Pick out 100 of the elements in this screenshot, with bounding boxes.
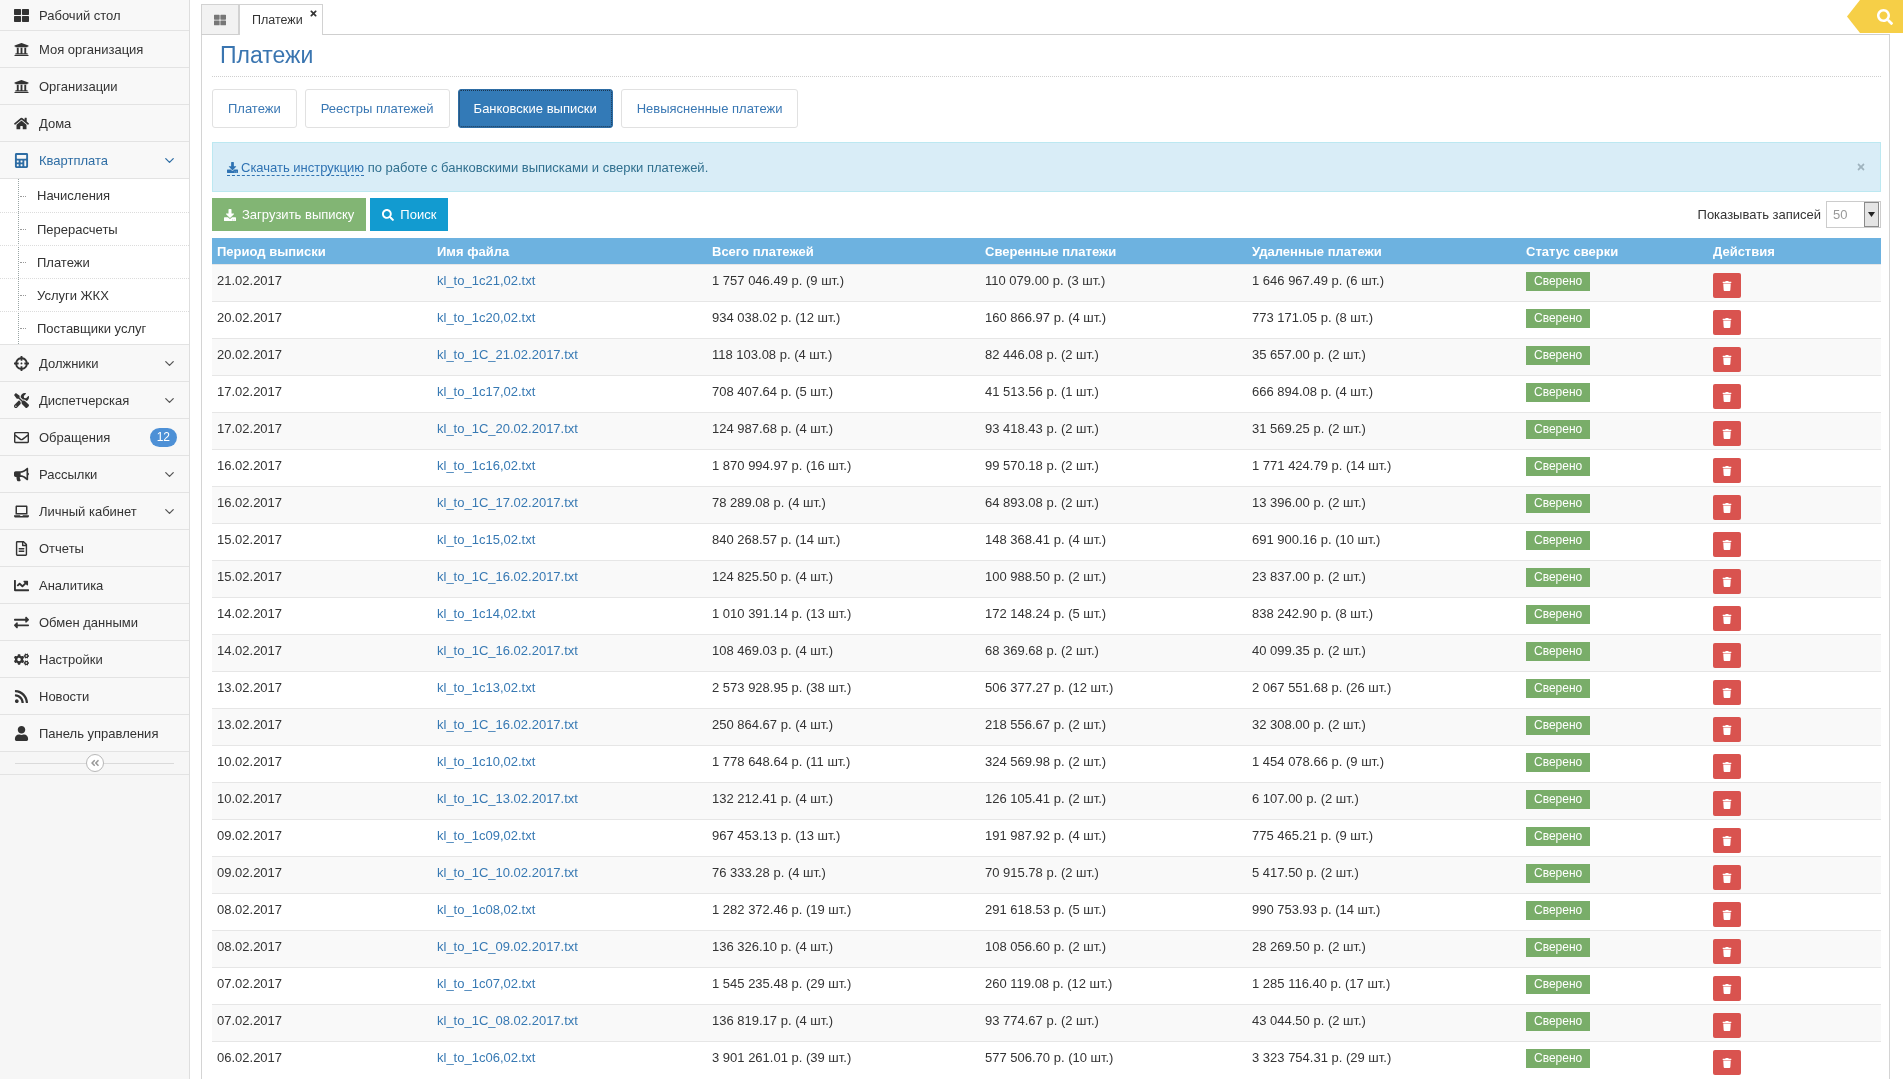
status-badge: Сверено [1526,383,1591,402]
file-link[interactable]: kl_to_1C_13.02.2017.txt [432,783,583,807]
file-link[interactable]: kl_to_1c16,02.txt [432,450,541,474]
page-size-select[interactable]: 50 [1826,201,1881,228]
status-badge: Сверено [1526,938,1591,957]
section-tab[interactable]: Невыясненные платежи [620,89,799,128]
trash-icon [1722,391,1732,402]
file-link[interactable]: kl_to_1c20,02.txt [432,302,541,326]
file-link[interactable]: kl_to_1c06,02.txt [432,1042,541,1066]
table-cell-text: 148 368.41 р. (4 шт.) [984,531,1108,549]
table-cell-text: 10.02.2017 [216,790,284,808]
file-link[interactable]: kl_to_1c17,02.txt [432,376,541,400]
envelope-icon [13,429,29,445]
section-tab[interactable]: Реестры платежей [304,89,450,128]
line-chart-icon [13,577,29,593]
file-link[interactable]: kl_to_1c21,02.txt [432,265,541,289]
delete-button[interactable] [1713,902,1741,927]
delete-button[interactable] [1713,1050,1741,1075]
home-tab[interactable] [201,4,239,34]
table-cell-text: 78 289.08 р. (4 шт.) [711,494,827,512]
table-cell-text: 773 171.05 р. (8 шт.) [1251,309,1375,327]
table-cell-text: 967 453.13 р. (13 шт.) [711,827,842,845]
file-link[interactable]: kl_to_1c08,02.txt [432,894,541,918]
file-link[interactable]: kl_to_1C_16.02.2017.txt [432,709,583,733]
file-link[interactable]: kl_to_1C_16.02.2017.txt [432,635,583,659]
trash-icon [1722,946,1732,957]
delete-button[interactable] [1713,939,1741,964]
section-tab[interactable]: Платежи [212,89,297,128]
submenu-item[interactable]: Платежи [0,245,189,278]
exchange-arrows-icon [13,614,29,630]
delete-button[interactable] [1713,976,1741,1001]
user-icon [13,725,29,741]
file-link[interactable]: kl_to_1C_17.02.2017.txt [432,487,583,511]
delete-button[interactable] [1713,347,1741,372]
grid-icon [13,7,29,23]
table-cell-text: 07.02.2017 [216,1012,284,1030]
table-cell-text: 577 506.70 р. (10 шт.) [984,1049,1115,1067]
delete-button[interactable] [1713,421,1741,446]
page-tab[interactable]: Платежи [239,4,323,35]
file-link[interactable]: kl_to_1C_21.02.2017.txt [432,339,583,363]
submenu-item[interactable]: Перерасчеты [0,212,189,245]
search-button[interactable]: Поиск [370,198,449,231]
trash-icon [1722,687,1732,698]
caret-icon[interactable] [1864,202,1879,227]
trash-icon [1722,280,1732,291]
delete-button[interactable] [1713,643,1741,668]
rss-icon [13,688,29,704]
delete-button[interactable] [1713,310,1741,335]
delete-button[interactable] [1713,495,1741,520]
file-link[interactable]: kl_to_1C_08.02.2017.txt [432,1005,583,1029]
file-link[interactable]: kl_to_1c07,02.txt [432,968,541,992]
delete-button[interactable] [1713,458,1741,483]
status-badge: Сверено [1526,716,1591,735]
delete-button[interactable] [1713,680,1741,705]
trash-icon [1722,539,1732,550]
table-cell-text: 76 333.28 р. (4 шт.) [711,864,827,882]
table-cell-text: 260 119.08 р. (12 шт.) [984,975,1114,993]
delete-button[interactable] [1713,1013,1741,1038]
instruction-link[interactable]: Скачать инструкцию [227,159,364,176]
collapse-button[interactable] [85,754,104,772]
file-link[interactable]: kl_to_1c09,02.txt [432,820,541,844]
file-link[interactable]: kl_to_1c10,02.txt [432,746,541,770]
delete-button[interactable] [1713,384,1741,409]
table-cell-text: 124 987.68 р. (4 шт.) [711,420,835,438]
delete-button[interactable] [1713,791,1741,816]
status-badge: Сверено [1526,568,1591,587]
delete-button[interactable] [1713,828,1741,853]
table-cell-text: 110 079.00 р. (3 шт.) [984,272,1107,290]
delete-button[interactable] [1713,532,1741,557]
delete-button[interactable] [1713,273,1741,298]
file-link[interactable]: kl_to_1c14,02.txt [432,598,541,622]
submenu-item[interactable]: Начисления [0,179,189,212]
trash-icon [1722,613,1732,624]
tools-icon [13,392,29,408]
file-link[interactable]: kl_to_1c15,02.txt [432,524,541,548]
section-tab[interactable]: Банковские выписки [457,89,613,128]
delete-button[interactable] [1713,754,1741,779]
table-cell-text: 82 446.08 р. (2 шт.) [984,346,1100,364]
delete-button[interactable] [1713,569,1741,594]
table-cell-text: 13 396.00 р. (2 шт.) [1251,494,1367,512]
submenu-item[interactable]: Услуги ЖКХ [0,278,189,311]
submenu-item[interactable]: Поставщики услуг [0,311,189,344]
delete-button[interactable] [1713,865,1741,890]
file-link[interactable]: kl_to_1C_10.02.2017.txt [432,857,583,881]
status-badge: Сверено [1526,864,1591,883]
table-cell-text: 126 105.41 р. (2 шт.) [984,790,1108,808]
file-link[interactable]: kl_to_1C_20.02.2017.txt [432,413,583,437]
table-cell-text: 43 044.50 р. (2 шт.) [1251,1012,1367,1030]
table-cell-text: 136 326.10 р. (4 шт.) [711,938,835,956]
document-icon [13,540,29,556]
delete-button[interactable] [1713,717,1741,742]
status-badge: Сверено [1526,642,1591,661]
file-link[interactable]: kl_to_1C_16.02.2017.txt [432,561,583,585]
gears-icon [13,651,29,667]
file-link[interactable]: kl_to_1C_09.02.2017.txt [432,931,583,955]
close-icon[interactable] [309,9,318,18]
table-cell-text: 13.02.2017 [216,716,284,734]
delete-button[interactable] [1713,606,1741,631]
table-cell-text: 64 893.08 р. (2 шт.) [984,494,1100,512]
file-link[interactable]: kl_to_1c13,02.txt [432,672,541,696]
